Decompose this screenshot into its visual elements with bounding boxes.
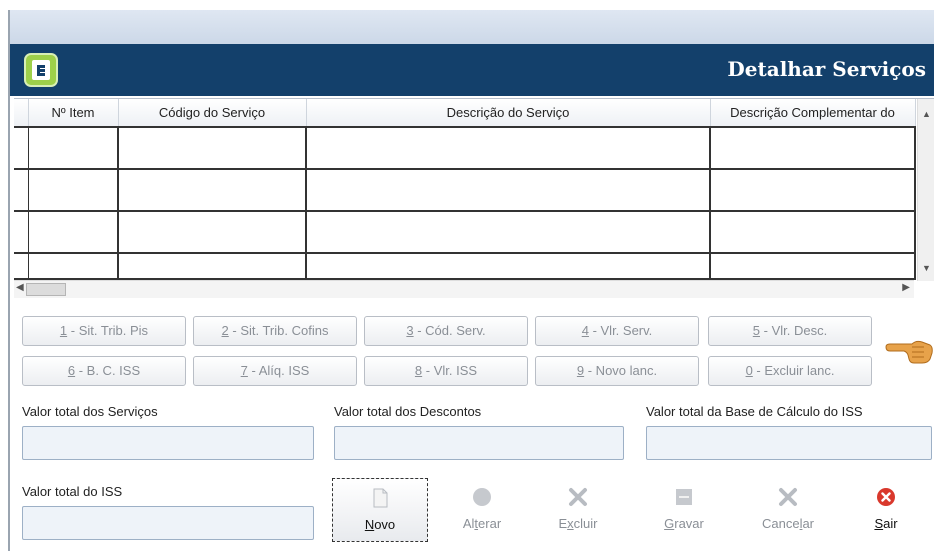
btn-excluir-lanc[interactable]: 0 - Excluir lanc. xyxy=(708,356,872,386)
col-header-item[interactable]: Nº Item xyxy=(28,99,119,128)
header-banner: Detalhar Serviços xyxy=(10,44,934,96)
btn-cod-serv[interactable]: 3 - Cód. Serv. xyxy=(364,316,528,346)
excluir-button[interactable]: Excluir xyxy=(530,478,626,542)
scroll-left-icon[interactable]: ◀ xyxy=(16,282,24,293)
cell-desc-complementar[interactable] xyxy=(710,253,916,280)
close-circle-icon xyxy=(877,488,895,506)
button-label: - Novo lanc. xyxy=(584,363,658,378)
cell-codigo[interactable] xyxy=(118,127,307,170)
cell-descricao[interactable] xyxy=(306,253,711,280)
button-label: - B. C. ISS xyxy=(75,363,141,378)
label-valor-descontos: Valor total dos Descontos xyxy=(334,404,482,419)
label-valor-iss: Valor total do ISS xyxy=(22,484,123,499)
btn-novo-lanc[interactable]: 9 - Novo lanc. xyxy=(535,356,699,386)
scroll-up-icon[interactable]: ▲ xyxy=(922,109,931,119)
scroll-right-icon[interactable]: ▶ xyxy=(902,282,910,293)
circle-icon xyxy=(473,488,491,506)
x-icon xyxy=(779,488,797,506)
cell-item[interactable] xyxy=(28,127,119,170)
btn-sit-trib-pis[interactable]: 1 - Sit. Trib. Pis xyxy=(22,316,186,346)
title-bar xyxy=(8,10,934,44)
button-label: - Vlr. ISS xyxy=(422,363,478,378)
alterar-label: Alterar xyxy=(462,516,502,531)
shortcut-key: 2 xyxy=(221,323,229,338)
shortcut-key: 3 xyxy=(406,323,414,338)
table-row[interactable] xyxy=(14,211,916,254)
row-selector[interactable] xyxy=(14,253,29,280)
button-label: - Excluir lanc. xyxy=(752,363,835,378)
scroll-down-icon[interactable]: ▼ xyxy=(922,263,931,273)
cell-item[interactable] xyxy=(28,253,119,280)
table-row[interactable] xyxy=(14,253,916,280)
base-calculo-iss-field[interactable] xyxy=(646,426,932,460)
shortcut-key: 5 xyxy=(752,323,761,338)
button-label: - Vlr. Desc. xyxy=(760,323,828,338)
btn-sit-trib-cofins[interactable]: 2 - Sit. Trib. Cofins xyxy=(193,316,357,346)
valor-servicos-field[interactable] xyxy=(22,426,314,460)
horizontal-scrollbar[interactable]: ◀ ▶ xyxy=(14,280,914,298)
pointing-hand-icon xyxy=(885,340,933,364)
button-label: - Vlr. Serv. xyxy=(588,323,653,338)
cell-desc-complementar[interactable] xyxy=(710,169,916,212)
row-selector[interactable] xyxy=(14,211,29,254)
table-row[interactable] xyxy=(14,127,916,170)
button-label: - Sit. Trib. Cofins xyxy=(228,323,329,338)
valor-descontos-field[interactable] xyxy=(334,426,624,460)
btn-vlr-serv[interactable]: 4 - Vlr. Serv. xyxy=(535,316,699,346)
label-base-calculo-iss: Valor total da Base de Cálculo do ISS xyxy=(646,404,863,419)
label-valor-servicos: Valor total dos Serviços xyxy=(22,404,158,419)
cell-desc-complementar[interactable] xyxy=(710,211,916,254)
table-row[interactable] xyxy=(14,169,916,212)
window-margin xyxy=(0,0,8,551)
scrollbar-thumb[interactable] xyxy=(26,283,66,296)
x-icon xyxy=(569,488,587,506)
btn-bc-iss[interactable]: 6 - B. C. ISS xyxy=(22,356,186,386)
sair-label: Sair xyxy=(874,516,898,531)
cancelar-button[interactable]: Cancelar xyxy=(740,478,836,542)
col-header-descricao[interactable]: Descrição do Serviço xyxy=(306,99,711,128)
cell-codigo[interactable] xyxy=(118,253,307,280)
cancelar-label: Cancelar xyxy=(761,516,815,531)
cell-item[interactable] xyxy=(28,211,119,254)
cell-descricao[interactable] xyxy=(306,211,711,254)
alterar-button[interactable]: Alterar xyxy=(434,478,530,542)
cell-descricao[interactable] xyxy=(306,169,711,212)
button-label: - Cód. Serv. xyxy=(413,323,486,338)
row-selector-header xyxy=(14,99,29,128)
gravar-label: Gravar xyxy=(664,516,704,531)
btn-aliq-iss[interactable]: 7 - Alíq. ISS xyxy=(193,356,357,386)
detalhar-servicos-window: Detalhar Serviços Nº Item Código do Serv… xyxy=(0,0,934,551)
grid-header-row: Nº Item Código do Serviço Descrição do S… xyxy=(14,99,916,128)
button-label: - Alíq. ISS xyxy=(247,363,310,378)
novo-button[interactable]: Novo xyxy=(332,478,428,542)
app-logo-icon xyxy=(24,53,58,87)
valor-iss-field[interactable] xyxy=(22,506,314,540)
row-selector[interactable] xyxy=(14,169,29,212)
row-selector[interactable] xyxy=(14,127,29,170)
btn-vlr-desc[interactable]: 5 - Vlr. Desc. xyxy=(708,316,872,346)
services-grid[interactable]: Nº Item Código do Serviço Descrição do S… xyxy=(14,98,934,298)
btn-vlr-iss[interactable]: 8 - Vlr. ISS xyxy=(364,356,528,386)
cell-descricao[interactable] xyxy=(306,127,711,170)
vertical-scrollbar[interactable]: ▲ ▼ xyxy=(917,99,934,281)
cell-item[interactable] xyxy=(28,169,119,212)
col-header-codigo[interactable]: Código do Serviço xyxy=(118,99,307,128)
excluir-label: Excluir xyxy=(558,516,598,531)
col-header-desc-complementar[interactable]: Descrição Complementar do xyxy=(710,99,916,128)
cell-codigo[interactable] xyxy=(118,211,307,254)
sair-button[interactable]: Sair xyxy=(838,478,934,542)
save-icon xyxy=(676,489,692,505)
gravar-button[interactable]: Gravar xyxy=(636,478,732,542)
shortcut-key: 4 xyxy=(581,323,589,338)
cell-desc-complementar[interactable] xyxy=(710,127,916,170)
button-label: - Sit. Trib. Pis xyxy=(67,323,149,338)
shortcut-key: 7 xyxy=(240,363,248,378)
page-title: Detalhar Serviços xyxy=(727,57,926,81)
cell-codigo[interactable] xyxy=(118,169,307,212)
novo-label: Novo xyxy=(364,517,396,532)
document-icon xyxy=(373,488,388,508)
shortcut-key: 0 xyxy=(745,363,753,378)
